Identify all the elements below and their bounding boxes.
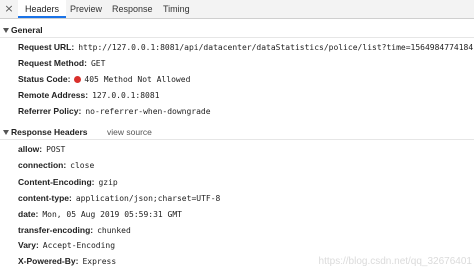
tab-timing-label: Timing [163,4,190,14]
header-key-content-encoding: Content-Encoding: [18,177,95,187]
header-value-x-powered-by: Express [82,257,117,266]
response-headers-title: Response Headers [11,127,88,137]
status-code-value: 405 Method Not Allowed [84,75,191,84]
header-key-vary: Vary: [18,240,39,250]
header-value-content-encoding: gzip [98,178,118,187]
view-source-link[interactable]: view source [107,124,152,140]
tab-response-label: Response [112,4,153,14]
header-key-transfer-encoding: transfer-encoding: [18,225,94,235]
request-method-row: Request Method: GET [18,55,105,71]
remote-address-value: 127.0.0.1:8081 [92,91,160,100]
request-url-row: Request URL: http://127.0.0.1:8081/api/da… [18,39,473,55]
response-header-row: X-Powered-By: Express [18,253,116,269]
tab-preview[interactable]: Preview [70,0,102,18]
response-header-row: connection: close [18,157,94,173]
response-header-row: allow: POST [18,141,65,157]
request-method-value: GET [90,59,106,68]
remote-address-key: Remote Address: [18,90,89,100]
header-key-date: date: [18,209,39,219]
header-key-content-type: content-type: [18,193,72,203]
request-method-key: Request Method: [18,58,87,68]
general-title: General [11,25,43,35]
caret-down-icon[interactable] [3,28,9,33]
header-key-connection: connection: [18,160,67,170]
response-header-row: Content-Encoding: gzip [18,174,118,190]
tab-timing[interactable]: Timing [163,0,190,18]
tab-preview-label: Preview [70,4,103,14]
referrer-policy-value: no-referrer-when-downgrade [85,107,211,116]
response-header-row: content-type: application/json;charset=UT… [18,190,220,206]
referrer-policy-row: Referrer Policy: no-referrer-when-downgra… [18,103,211,119]
general-section-header[interactable]: General [0,22,474,38]
close-icon[interactable]: × [3,3,15,15]
header-value-transfer-encoding: chunked [97,226,131,235]
request-url-key: Request URL: [18,42,75,52]
status-code-row: Status Code: 405 Method Not Allowed [18,71,190,87]
header-value-content-type: application/json;charset=UTF-8 [75,194,221,203]
response-header-row: transfer-encoding: chunked [18,222,131,238]
header-value-date: Mon, 05 Aug 2019 05:59:31 GMT [42,210,182,219]
referrer-policy-key: Referrer Policy: [18,106,82,116]
remote-address-row: Remote Address: 127.0.0.1:8081 [18,87,160,103]
header-key-x-powered-by: X-Powered-By: [18,256,79,266]
caret-down-icon[interactable] [3,130,9,135]
response-header-row: date: Mon, 05 Aug 2019 05:59:31 GMT [18,206,182,222]
header-key-allow: allow: [18,144,43,154]
header-value-allow: POST [46,145,66,154]
status-code-key: Status Code: [18,74,71,84]
watermark: https://blog.csdn.net/qq_32676401 [318,256,472,267]
header-value-vary: Accept-Encoding [42,241,116,250]
tab-response[interactable]: Response [112,0,153,18]
tab-bar: × Headers Preview Response Timing [0,0,474,19]
status-error-icon [74,76,82,83]
tab-headers[interactable]: Headers [18,0,67,18]
header-value-connection: close [70,161,95,170]
response-headers-section-header[interactable]: Response Headers view source [0,124,474,140]
tab-headers-label: Headers [25,4,60,14]
request-url-value: http://127.0.0.1:8081/api/datacenter/dat… [78,43,474,52]
response-header-row: Vary: Accept-Encoding [18,237,115,253]
